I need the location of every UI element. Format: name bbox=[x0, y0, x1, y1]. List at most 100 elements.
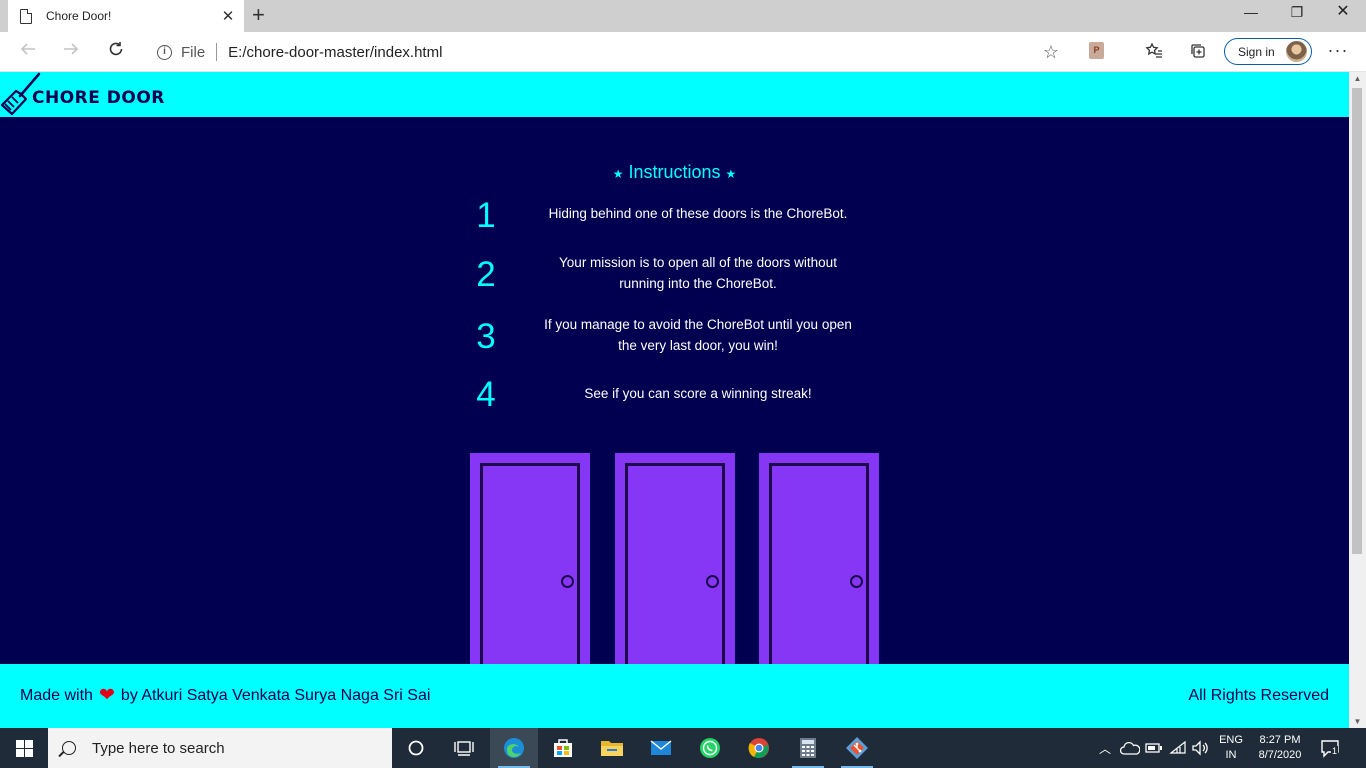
windows-logo-icon bbox=[16, 740, 33, 757]
web-page: CHORE DOOR ★ Instructions ★ 1 Hiding beh… bbox=[0, 72, 1349, 728]
language-line-1: ENG bbox=[1219, 734, 1243, 746]
language-indicator[interactable]: ENG IN bbox=[1216, 733, 1246, 763]
browser-tab-bar: Chore Door! ✕ + — ❐ ✕ bbox=[0, 0, 1366, 32]
scroll-up-icon[interactable]: ▲ bbox=[1349, 74, 1366, 83]
scroll-thumb[interactable] bbox=[1352, 88, 1362, 554]
task-view-icon bbox=[454, 741, 474, 756]
collections-icon[interactable] bbox=[1186, 42, 1210, 65]
cortana-button[interactable] bbox=[392, 728, 440, 768]
close-window-button[interactable]: ✕ bbox=[1320, 0, 1366, 28]
rights-text: All Rights Reserved bbox=[1188, 687, 1330, 704]
chrome-icon bbox=[748, 738, 769, 759]
heart-icon: ❤ bbox=[98, 685, 115, 706]
divider bbox=[216, 43, 218, 61]
edge-taskbar-button[interactable] bbox=[490, 728, 538, 768]
notification-count: 1 bbox=[1331, 746, 1339, 756]
more-menu-icon[interactable]: ··· bbox=[1326, 40, 1350, 61]
task-view-button[interactable] bbox=[440, 728, 488, 768]
door-panel bbox=[625, 463, 725, 678]
calculator-icon bbox=[800, 738, 816, 758]
whatsapp-icon bbox=[700, 738, 720, 758]
footer-credit: Made with ❤ by Atkuri Satya Venkata Sury… bbox=[20, 685, 431, 706]
extension-icon[interactable]: P bbox=[1089, 42, 1104, 59]
wifi-icon[interactable] bbox=[1169, 740, 1187, 756]
new-tab-button[interactable]: + bbox=[252, 2, 265, 28]
onedrive-icon[interactable] bbox=[1120, 741, 1140, 755]
store-icon bbox=[554, 739, 572, 757]
door-1[interactable] bbox=[470, 453, 590, 678]
mail-icon bbox=[650, 740, 672, 755]
chrome-taskbar-button[interactable] bbox=[735, 728, 783, 768]
forward-button[interactable] bbox=[55, 38, 87, 66]
door-panel bbox=[769, 463, 869, 678]
system-tray: ︿ bbox=[1096, 728, 1209, 768]
sign-in-label: Sign in bbox=[1238, 44, 1275, 59]
language-line-2: IN bbox=[1225, 749, 1237, 761]
store-taskbar-button[interactable] bbox=[539, 728, 587, 768]
restore-button[interactable]: ❐ bbox=[1274, 0, 1320, 28]
refresh-button[interactable] bbox=[100, 38, 132, 66]
page-icon bbox=[20, 8, 32, 24]
chevron-up-icon[interactable]: ︿ bbox=[1096, 740, 1114, 757]
step-text: Your mission is to open all of the doors… bbox=[559, 255, 837, 291]
calculator-taskbar-button[interactable] bbox=[784, 728, 832, 768]
page-scrollbar[interactable]: ▲ ▼ bbox=[1349, 72, 1366, 728]
git-icon bbox=[846, 737, 868, 759]
back-button[interactable] bbox=[12, 38, 44, 66]
door-2[interactable] bbox=[615, 453, 735, 678]
git-taskbar-button[interactable] bbox=[833, 728, 881, 768]
arrow-right-icon bbox=[64, 43, 79, 55]
browser-tab[interactable]: Chore Door! ✕ bbox=[8, 0, 244, 32]
search-icon bbox=[62, 741, 76, 755]
clock-time: 8:27 PM bbox=[1259, 734, 1301, 746]
author-text: by Atkuri Satya Venkata Surya Naga Sri S… bbox=[120, 687, 431, 704]
collections-glyph-icon bbox=[1191, 44, 1205, 58]
star-icon: ★ bbox=[612, 167, 624, 181]
step-number: 4 bbox=[476, 375, 496, 414]
site-footer: Made with ❤ by Atkuri Satya Venkata Sury… bbox=[0, 664, 1349, 728]
site-brand[interactable]: CHORE DOOR bbox=[32, 88, 165, 108]
whatsapp-taskbar-button[interactable] bbox=[686, 728, 734, 768]
windows-taskbar: Type here to search ︿ ENG IN 8:27 PM 8/7… bbox=[0, 728, 1366, 768]
favorites-icon[interactable] bbox=[1142, 42, 1166, 65]
site-header: CHORE DOOR bbox=[0, 72, 1349, 117]
battery-icon[interactable] bbox=[1145, 742, 1163, 754]
step-number: 2 bbox=[476, 255, 496, 294]
address-bar[interactable]: i File E:/chore-door-master/index.html ☆ bbox=[143, 37, 1069, 67]
door-3[interactable] bbox=[759, 453, 879, 678]
instructions-heading: ★ Instructions ★ bbox=[0, 162, 1349, 183]
arrow-left-icon bbox=[20, 43, 35, 55]
step-text: See if you can score a winning streak! bbox=[584, 386, 812, 401]
favorite-star-icon[interactable]: ☆ bbox=[1043, 42, 1059, 63]
favorites-list-icon bbox=[1145, 42, 1162, 58]
info-icon[interactable]: i bbox=[157, 44, 172, 60]
tab-title: Chore Door! bbox=[46, 9, 112, 23]
browser-toolbar: i File E:/chore-door-master/index.html ☆… bbox=[0, 32, 1366, 72]
door-panel bbox=[480, 463, 580, 678]
cortana-icon bbox=[408, 740, 424, 756]
edge-icon bbox=[504, 738, 524, 758]
volume-icon[interactable] bbox=[1191, 740, 1209, 756]
mail-taskbar-button[interactable] bbox=[637, 728, 685, 768]
sign-in-button[interactable]: Sign in bbox=[1224, 38, 1312, 65]
door-knob-icon bbox=[706, 575, 719, 588]
search-placeholder: Type here to search bbox=[92, 739, 225, 757]
clock-date: 8/7/2020 bbox=[1258, 749, 1302, 761]
door-knob-icon bbox=[561, 575, 574, 588]
url-scheme-label: File bbox=[181, 43, 206, 61]
start-button[interactable] bbox=[0, 728, 48, 768]
tab-close-icon[interactable]: ✕ bbox=[216, 7, 240, 25]
avatar bbox=[1286, 41, 1307, 62]
step-text: Hiding behind one of these doors is the … bbox=[548, 206, 848, 221]
window-controls: — ❐ ✕ bbox=[1228, 0, 1366, 32]
scroll-down-icon[interactable]: ▼ bbox=[1349, 717, 1366, 726]
url-text[interactable]: E:/chore-door-master/index.html bbox=[228, 44, 442, 61]
taskbar-clock[interactable]: 8:27 PM 8/7/2020 bbox=[1250, 733, 1310, 763]
minimize-button[interactable]: — bbox=[1228, 0, 1274, 28]
step-number: 3 bbox=[476, 317, 496, 356]
action-center-button[interactable]: 1 bbox=[1320, 738, 1340, 758]
step-number: 1 bbox=[476, 196, 496, 235]
taskbar-search[interactable]: Type here to search bbox=[48, 728, 392, 768]
door-knob-icon bbox=[850, 575, 863, 588]
file-explorer-taskbar-button[interactable] bbox=[588, 728, 636, 768]
